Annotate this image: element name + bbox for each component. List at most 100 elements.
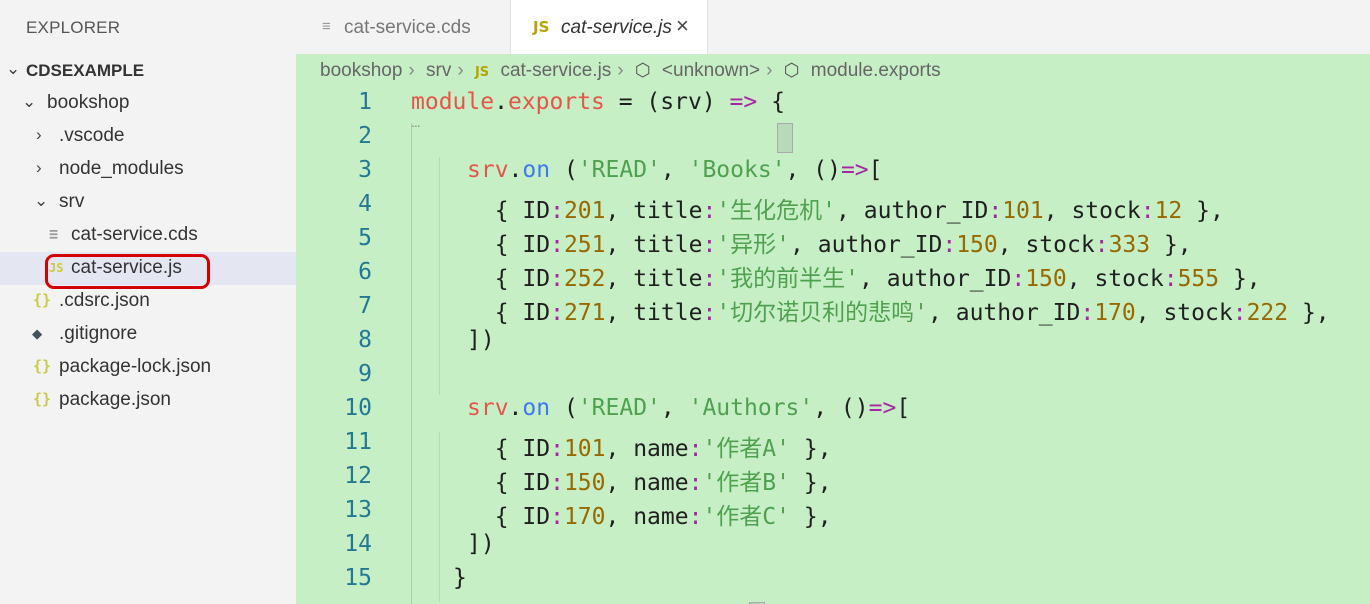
lines-file-icon: ≡	[322, 18, 331, 35]
code-token: 251	[563, 232, 606, 258]
code-line[interactable]: 15 }	[296, 563, 1370, 597]
tree-folder-node-modules[interactable]: › node_modules	[0, 153, 296, 186]
close-icon[interactable]: ×	[676, 13, 689, 39]
tree-item-label: .gitignore	[59, 323, 138, 344]
code-token: 'READ'	[577, 395, 661, 421]
code-token: author_ID	[886, 266, 1012, 292]
code-line[interactable]: 14 ])	[296, 529, 1370, 563]
tree-file-cat-service-cds[interactable]: ≡ cat-service.cds	[0, 219, 296, 252]
breadcrumb-item[interactable]: cat-service.js	[500, 60, 611, 81]
code-token: },	[790, 436, 832, 462]
tree-folder-vscode[interactable]: › .vscode	[0, 120, 296, 153]
tab-cat-service-cds[interactable]: ≡ cat-service.cds	[296, 0, 510, 54]
code-token: ])	[467, 531, 495, 557]
code-token: ,	[660, 395, 689, 421]
code-token: {	[467, 198, 523, 224]
tree-item-label: package.json	[59, 389, 171, 410]
js-file-icon: JS	[474, 65, 490, 80]
code-line[interactable]: 5 { ID:251, title:'异形', author_ID:150, s…	[296, 223, 1370, 258]
tree-item-label: node_modules	[59, 158, 184, 179]
code-token: 101	[1002, 198, 1044, 224]
code-token: :	[550, 300, 564, 326]
chevron-right-icon: ›	[457, 60, 464, 81]
code-line[interactable]: 13 { ID:170, name:'作者C' },	[296, 495, 1370, 530]
chevron-right-icon: ›	[36, 158, 42, 177]
code-token: ,	[836, 198, 864, 224]
code-token: ,	[1135, 300, 1164, 326]
code-token: .	[494, 89, 508, 115]
tab-cat-service-js[interactable]: JS cat-service.js ×	[510, 0, 708, 54]
code-token: 101	[563, 436, 606, 462]
annotation-highlight-box	[45, 254, 210, 289]
code-token: ID	[522, 198, 551, 224]
code-token: '我的前半生'	[716, 266, 860, 292]
tree-file-package-lock-json[interactable]: {} package-lock.json	[0, 351, 296, 384]
code-line[interactable]: 10 srv.on ('READ', 'Authors', ()=>[	[296, 393, 1370, 427]
code-token: },	[1219, 266, 1261, 292]
chevron-down-icon: ⌄	[22, 92, 37, 111]
tree-file-gitignore[interactable]: ◆ .gitignore	[0, 318, 296, 351]
code-line[interactable]: 11 { ID:101, name:'作者A' },	[296, 427, 1370, 462]
line-number: 10	[344, 395, 372, 421]
breadcrumb-item[interactable]: module.exports	[811, 60, 941, 81]
tab-label: cat-service.js	[561, 17, 672, 38]
code-line[interactable]: 8 ])	[296, 325, 1370, 359]
code-token: :	[550, 436, 564, 462]
breadcrumb-item[interactable]: srv	[426, 60, 451, 81]
breadcrumb-item[interactable]: <unknown>	[662, 60, 760, 81]
code-line[interactable]: 4 { ID:201, title:'生化危机', author_ID:101,…	[296, 189, 1370, 224]
code-token: ID	[522, 436, 551, 462]
code-line[interactable]: 12 { ID:150, name:'作者B' },	[296, 461, 1370, 496]
code-token: {	[771, 89, 785, 115]
code-token: name	[633, 436, 689, 462]
code-token: :	[688, 470, 703, 496]
code-token: =>	[729, 89, 758, 115]
code-line[interactable]: 1 module.exports = (srv) => {	[296, 87, 1370, 121]
code-token: title	[633, 300, 703, 326]
code-token: on	[522, 395, 551, 421]
code-token: },	[790, 470, 832, 496]
code-token: {	[467, 232, 523, 258]
line-number: 11	[344, 429, 372, 455]
code-token: ])	[467, 327, 495, 353]
tree-folder-srv[interactable]: ⌄ srv	[0, 186, 296, 219]
tree-item-label: cat-service.cds	[71, 224, 198, 245]
json-file-icon: {}	[33, 390, 52, 408]
code-token: :	[702, 198, 717, 224]
code-token: stock	[1071, 198, 1141, 224]
code-token: '切尔诺贝利的悲鸣'	[716, 300, 929, 326]
code-token: 252	[563, 266, 606, 292]
code-line[interactable]: 2	[296, 121, 1370, 155]
code-token: =>	[840, 157, 869, 183]
code-token: ID	[522, 266, 551, 292]
code-token: on	[522, 157, 551, 183]
code-token: 555	[1177, 266, 1220, 292]
code-token: :	[550, 266, 564, 292]
breadcrumb-item[interactable]: bookshop	[320, 60, 402, 81]
code-token: :	[988, 198, 1003, 224]
code-token: .	[508, 157, 523, 183]
code-line[interactable]: 6 { ID:252, title:'我的前半生', author_ID:150…	[296, 257, 1370, 292]
code-line[interactable]: 3 srv.on ('READ', 'Books', ()=>[	[296, 155, 1370, 189]
code-token: :	[688, 436, 703, 462]
tree-root-label: CDSEXAMPLE	[26, 61, 145, 80]
code-token: '作者A'	[702, 436, 790, 462]
tree-item-label: .cdsrc.json	[59, 290, 150, 311]
code-token: 'READ'	[577, 157, 661, 183]
cube-icon: ⬡	[634, 60, 651, 80]
line-number: 8	[358, 327, 372, 353]
code-line[interactable]: 7 { ID:271, title:'切尔诺贝利的悲鸣', author_ID:…	[296, 291, 1370, 326]
tree-file-package-json[interactable]: {} package.json	[0, 384, 296, 417]
chevron-right-icon: ›	[766, 60, 773, 81]
code-token: :	[702, 300, 717, 326]
code-editor[interactable]: bookshop › srv › JS cat-service.js › ⬡ <unk…	[296, 54, 1370, 604]
code-token: module	[411, 89, 495, 115]
tree-root-cdsexample[interactable]: ⌄ CDSEXAMPLE	[0, 54, 296, 87]
tree-folder-bookshop[interactable]: ⌄ bookshop	[0, 87, 296, 120]
code-line[interactable]: 9	[296, 359, 1370, 393]
code-token: stock	[1094, 266, 1164, 292]
code-token: },	[790, 504, 832, 530]
tree-file-cdsrc-json[interactable]: {} .cdsrc.json	[0, 285, 296, 318]
code-token: ID	[522, 504, 551, 530]
